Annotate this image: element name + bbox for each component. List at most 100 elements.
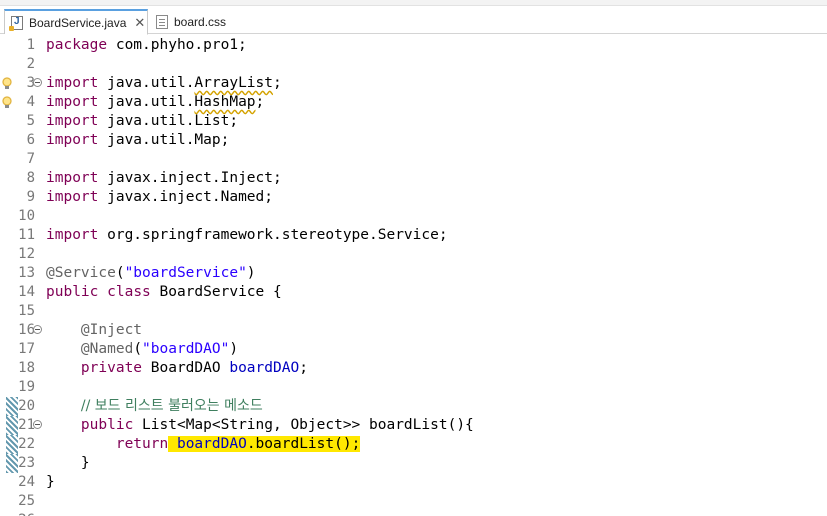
code-line[interactable]: 2: [0, 55, 827, 74]
code-token: "boardDAO": [142, 341, 230, 357]
code-text: package com.phyho.pro1;: [46, 36, 247, 55]
code-token: ): [229, 341, 239, 357]
line-number: 22: [18, 436, 35, 452]
code-text: }: [46, 454, 90, 473]
line-number: 20: [18, 398, 35, 414]
css-file-icon: [156, 15, 168, 29]
line-number: 21: [18, 417, 35, 433]
code-text: private BoardDAO boardDAO;: [46, 359, 308, 378]
line-number: 16: [18, 322, 35, 338]
code-text: @Inject: [46, 321, 142, 340]
code-token: HashMap: [194, 94, 256, 110]
code-token: }: [46, 455, 90, 471]
code-line[interactable]: 21 public List<Map<String, Object>> boar…: [0, 416, 827, 435]
code-line[interactable]: 14 public class BoardService {: [0, 283, 827, 302]
code-text: public class BoardService {: [46, 283, 282, 302]
code-editor[interactable]: 1 package com.phyho.pro1; 2 3 import java.ut…: [0, 34, 827, 516]
code-line[interactable]: 24}: [0, 473, 827, 492]
fold-collapse-icon[interactable]: [33, 325, 42, 334]
line-number: 18: [18, 360, 35, 376]
code-text: import java.util.List;: [46, 112, 238, 131]
code-line[interactable]: 1 package com.phyho.pro1;: [0, 36, 827, 55]
tab-boardservice-java[interactable]: BoardService.java ✕: [4, 9, 148, 35]
code-token: BoardDAO: [142, 360, 230, 376]
code-text: import org.springframework.stereotype.Se…: [46, 226, 448, 245]
code-token: @Inject: [80, 322, 143, 338]
code-token: }: [46, 474, 55, 490]
code-token: java.util.: [98, 75, 195, 91]
line-number: 10: [18, 208, 35, 224]
line-number: 9: [26, 189, 35, 205]
code-text: import javax.inject.Named;: [46, 188, 273, 207]
code-token: "boardService": [124, 265, 247, 281]
tab-board-css[interactable]: board.css: [150, 9, 250, 35]
code-token: @Named: [80, 341, 134, 357]
line-number: 23: [18, 455, 35, 471]
code-line[interactable]: 5 import java.util.List;: [0, 112, 827, 131]
code-line[interactable]: 23 }: [0, 454, 827, 473]
code-line[interactable]: 9 import javax.inject.Named;: [0, 188, 827, 207]
code-text: // 보드 리스트 불러오는 메소드: [46, 397, 263, 416]
line-number: 13: [18, 265, 35, 281]
code-text: import java.util.Map;: [46, 131, 229, 150]
code-line[interactable]: 16 @Inject: [0, 321, 827, 340]
code-token: boardDAO: [176, 436, 247, 452]
java-file-icon: [9, 15, 23, 31]
line-number: 7: [26, 151, 35, 167]
line-number: 17: [18, 341, 35, 357]
code-line[interactable]: 18 private BoardDAO boardDAO;: [0, 359, 827, 378]
code-token: com.phyho.pro1;: [107, 37, 247, 53]
line-number: 14: [18, 284, 35, 300]
code-line[interactable]: 12: [0, 245, 827, 264]
fold-collapse-icon[interactable]: [33, 420, 42, 429]
code-token: (: [133, 341, 143, 357]
line-number: 24: [18, 474, 35, 490]
line-number: 12: [18, 246, 35, 262]
code-line[interactable]: 19: [0, 378, 827, 397]
code-token: public: [80, 417, 134, 433]
code-line[interactable]: 7: [0, 150, 827, 169]
code-line[interactable]: 17 @Named("boardDAO"): [0, 340, 827, 359]
code-token: import: [46, 75, 99, 91]
code-token: import: [46, 170, 99, 186]
code-line[interactable]: 22 return boardDAO.boardList();: [0, 435, 827, 454]
code-token: import: [46, 132, 99, 148]
code-line[interactable]: 8 import javax.inject.Inject;: [0, 169, 827, 188]
code-token: boardDAO: [229, 360, 300, 376]
code-text: }: [46, 473, 55, 492]
close-icon[interactable]: ✕: [134, 15, 145, 31]
code-line[interactable]: 25: [0, 492, 827, 511]
code-token: class: [107, 284, 151, 300]
code-text: import javax.inject.Inject;: [46, 169, 282, 188]
code-token: import: [46, 227, 99, 243]
tab-bar-top-border: [0, 0, 827, 6]
line-number: 11: [18, 227, 35, 243]
code-line[interactable]: 3 import java.util.ArrayList;: [0, 74, 827, 93]
code-line[interactable]: 13 @Service("boardService"): [0, 264, 827, 283]
code-line[interactable]: 4 import java.util.HashMap;: [0, 93, 827, 112]
code-line[interactable]: 15: [0, 302, 827, 321]
code-token: java.util.Map;: [98, 132, 230, 148]
fold-collapse-icon[interactable]: [33, 78, 42, 87]
code-line[interactable]: 26: [0, 511, 827, 516]
code-token: [168, 436, 177, 452]
code-token: import: [46, 189, 99, 205]
code-token: package: [46, 37, 108, 53]
code-token: @Service: [46, 265, 116, 281]
code-token: // 보드 리스트 불러오는 메소드: [80, 398, 263, 414]
code-line[interactable]: 20 // 보드 리스트 불러오는 메소드: [0, 397, 827, 416]
code-token: ;: [299, 360, 308, 376]
code-line[interactable]: 11 import org.springframework.stereotype.…: [0, 226, 827, 245]
code-token: ;: [255, 94, 265, 110]
code-line[interactable]: 6 import java.util.Map;: [0, 131, 827, 150]
code-token: ;: [273, 75, 282, 91]
code-token: javax.inject.Named;: [98, 189, 273, 205]
code-token: ArrayList: [194, 75, 273, 91]
code-line[interactable]: 10: [0, 207, 827, 226]
code-token: import: [46, 94, 99, 110]
line-number: 5: [26, 113, 35, 129]
